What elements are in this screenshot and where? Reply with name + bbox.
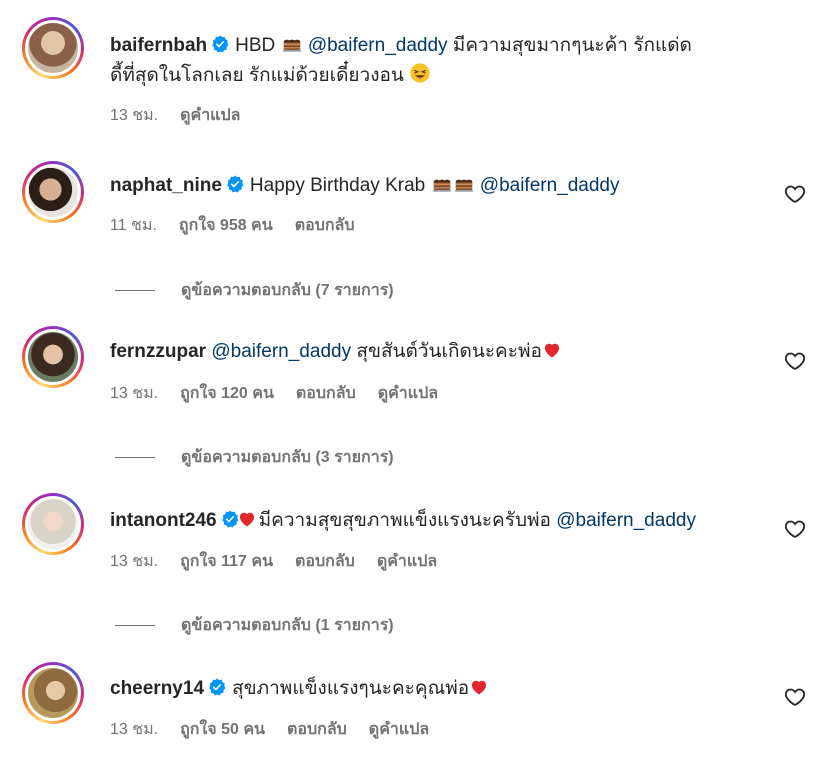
red-heart-emoji-icon	[542, 340, 562, 360]
view-replies-button[interactable]: ดูข้อความตอบกลับ (7 รายการ)	[115, 278, 394, 303]
username[interactable]: cheerny14	[110, 678, 204, 699]
avatar[interactable]	[22, 662, 84, 724]
comment-text: cheerny14 สุขภาพแข็งแรงๆนะคะคุณพ่อ	[110, 674, 750, 704]
reply-button[interactable]: ตอบกลับ	[295, 217, 355, 234]
comment-text: naphat_nine Happy Birthday Krab @baifern_…	[110, 171, 750, 201]
comment-meta: 13 ชม. ถูกใจ 117 คน ตอบกลับ ดูคำแปล	[110, 552, 459, 572]
view-replies-button[interactable]: ดูข้อความตอบกลับ (1 รายการ)	[115, 613, 394, 638]
likes-count[interactable]: ถูกใจ 117 คน	[180, 553, 273, 570]
cake-emoji-icon	[431, 172, 453, 194]
username[interactable]: naphat_nine	[110, 175, 222, 196]
avatar[interactable]	[22, 493, 84, 555]
like-heart-icon[interactable]	[783, 350, 807, 372]
comment-meta: 13 ชม. ถูกใจ 50 คน ตอบกลับ ดูคำแปล	[110, 720, 451, 740]
comment-text: fernzzupar @baifern_daddy สุขสันต์วันเกิ…	[110, 337, 750, 367]
like-heart-icon[interactable]	[783, 518, 807, 540]
verified-badge-icon	[226, 175, 244, 193]
translate-button[interactable]: ดูคำแปล	[369, 721, 429, 738]
divider	[115, 625, 155, 626]
comment-meta: 11 ชม. ถูกใจ 958 คน ตอบกลับ	[110, 216, 377, 236]
red-heart-emoji-icon	[469, 677, 489, 697]
red-heart-emoji-icon	[237, 509, 257, 529]
comment-text: baifernbah HBD @baifern_daddy มีความสุขมา…	[110, 31, 750, 91]
mention-link[interactable]: @baifern_daddy	[556, 510, 696, 531]
comment-meta: 13 ชม. ดูคำแปล	[110, 106, 262, 126]
mention-link[interactable]: @baifern_daddy	[308, 35, 448, 56]
like-heart-icon[interactable]	[783, 183, 807, 205]
like-heart-icon[interactable]	[783, 686, 807, 708]
username[interactable]: fernzzupar	[110, 341, 206, 362]
avatar[interactable]	[22, 17, 84, 79]
reply-button[interactable]: ตอบกลับ	[295, 553, 355, 570]
reply-button[interactable]: ตอบกลับ	[296, 385, 356, 402]
comment-meta: 13 ชม. ถูกใจ 120 คน ตอบกลับ ดูคำแปล	[110, 384, 460, 404]
winking-tongue-emoji-icon	[409, 62, 431, 84]
divider	[115, 290, 155, 291]
mention-link[interactable]: @baifern_daddy	[211, 341, 351, 362]
reply-button[interactable]: ตอบกลับ	[287, 721, 347, 738]
divider	[115, 457, 155, 458]
comment-time: 13 ชม.	[110, 721, 159, 738]
likes-count[interactable]: ถูกใจ 50 คน	[180, 721, 265, 738]
comment-text: intanont246 มีความสุขสุขภาพแข็งแรงนะครับพ…	[110, 509, 696, 531]
username[interactable]: intanont246	[110, 510, 217, 531]
likes-count[interactable]: ถูกใจ 958 คน	[179, 217, 273, 234]
comment-time: 13 ชม.	[110, 107, 159, 124]
comment-time: 13 ชม.	[110, 553, 159, 570]
likes-count[interactable]: ถูกใจ 120 คน	[180, 385, 274, 402]
translate-button[interactable]: ดูคำแปล	[378, 385, 438, 402]
verified-badge-icon	[211, 35, 229, 53]
mention-link[interactable]: @baifern_daddy	[480, 175, 620, 196]
username[interactable]: baifernbah	[110, 35, 207, 56]
avatar[interactable]	[22, 326, 84, 388]
translate-button[interactable]: ดูคำแปล	[180, 107, 240, 124]
comment-time: 11 ชม.	[110, 217, 157, 234]
verified-badge-icon	[208, 678, 226, 696]
cake-emoji-icon	[281, 32, 303, 54]
avatar[interactable]	[22, 161, 84, 223]
view-replies-button[interactable]: ดูข้อความตอบกลับ (3 รายการ)	[115, 445, 394, 470]
cake-emoji-icon	[453, 172, 475, 194]
comment-time: 13 ชม.	[110, 385, 159, 402]
translate-button[interactable]: ดูคำแปล	[377, 553, 437, 570]
